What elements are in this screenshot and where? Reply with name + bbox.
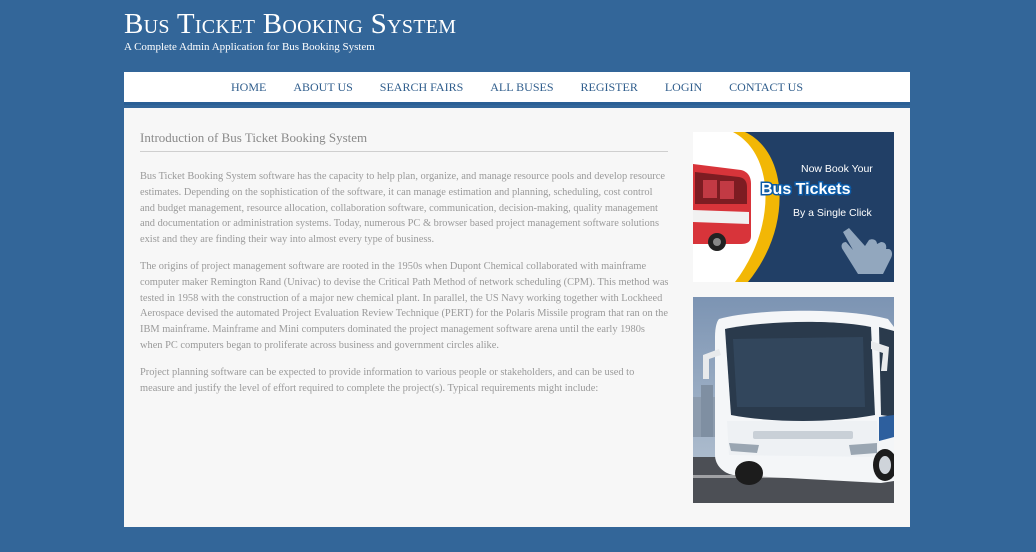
- banner-line-3: By a Single Click: [793, 207, 873, 219]
- banner-line-1: Now Book Your: [801, 163, 873, 175]
- article-body: Bus Ticket Booking System software has t…: [140, 169, 670, 407]
- nav-about-us[interactable]: ABOUT US: [293, 80, 352, 95]
- bus-tickets-banner[interactable]: Now Book Your Bus Tickets By a Single Cl…: [693, 132, 894, 282]
- bus-photo: [693, 297, 894, 503]
- site-subtitle: A Complete Admin Application for Bus Boo…: [124, 41, 375, 53]
- article-paragraph: The origins of project management softwa…: [140, 260, 669, 351]
- content-panel: Introduction of Bus Ticket Booking Syste…: [124, 108, 910, 527]
- nav-search-fairs[interactable]: SEARCH FAIRS: [380, 80, 463, 95]
- red-bus-graphic: [693, 164, 751, 251]
- nav-home[interactable]: HOME: [231, 80, 266, 95]
- main-nav: HOME ABOUT US SEARCH FAIRS ALL BUSES REG…: [124, 72, 910, 105]
- site-title: Bus Ticket Booking System: [124, 8, 457, 40]
- nav-register[interactable]: REGISTER: [581, 80, 638, 95]
- banner-graphic: Now Book Your Bus Tickets By a Single Cl…: [693, 132, 894, 282]
- article-paragraph: Bus Ticket Booking System software has t…: [140, 171, 665, 246]
- banner-line-2: Bus Tickets: [761, 181, 851, 198]
- bus-image: [693, 297, 894, 503]
- intro-heading: Introduction of Bus Ticket Booking Syste…: [140, 130, 668, 152]
- article-paragraph: Project planning software can be expecte…: [140, 366, 635, 394]
- nav-login[interactable]: LOGIN: [665, 80, 702, 95]
- nav-all-buses[interactable]: ALL BUSES: [490, 80, 553, 95]
- nav-contact-us[interactable]: CONTACT US: [729, 80, 803, 95]
